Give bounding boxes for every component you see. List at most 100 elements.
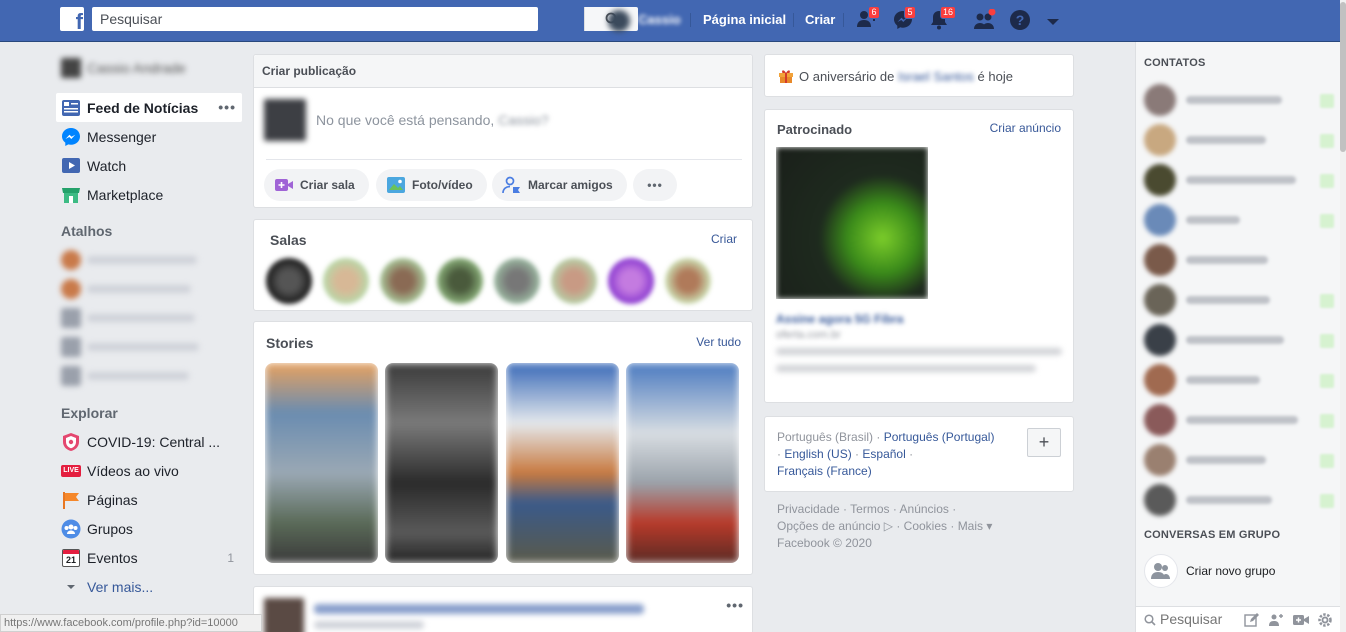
story-card[interactable] bbox=[265, 363, 378, 563]
page-scrollbar[interactable] bbox=[1340, 0, 1346, 632]
nav-item-label: Vídeos ao vivo bbox=[87, 462, 179, 479]
footer-link[interactable]: Termos bbox=[850, 502, 889, 516]
shortcut-item[interactable] bbox=[56, 303, 242, 332]
online-indicator bbox=[1320, 134, 1334, 148]
facebook-logo-icon[interactable]: f bbox=[60, 7, 84, 31]
room-avatar[interactable] bbox=[551, 258, 597, 304]
footer-link[interactable]: Anúncios bbox=[900, 502, 949, 516]
video-call-icon[interactable] bbox=[1292, 612, 1310, 628]
room-avatar[interactable] bbox=[323, 258, 369, 304]
photo-video-button[interactable]: Foto/vídeo bbox=[376, 169, 487, 201]
room-avatar[interactable] bbox=[380, 258, 426, 304]
story-card[interactable] bbox=[626, 363, 739, 563]
footer-link[interactable]: Opções de anúncio bbox=[777, 519, 880, 533]
post-author-avatar bbox=[264, 598, 304, 632]
composer-input[interactable]: No que você está pensando, Cassio? bbox=[316, 112, 549, 128]
contact-item[interactable] bbox=[1144, 402, 1334, 436]
search-input[interactable] bbox=[92, 7, 492, 31]
gear-icon[interactable] bbox=[1317, 612, 1333, 628]
story-card[interactable] bbox=[385, 363, 498, 563]
room-avatar[interactable] bbox=[494, 258, 540, 304]
help-button[interactable]: ? bbox=[1009, 9, 1033, 31]
ad-image[interactable] bbox=[776, 147, 928, 299]
room-avatar[interactable] bbox=[266, 258, 312, 304]
online-indicator bbox=[1320, 454, 1334, 468]
new-group-icon[interactable] bbox=[1268, 612, 1284, 628]
room-avatar[interactable] bbox=[665, 258, 711, 304]
create-link[interactable]: Criar bbox=[805, 0, 835, 42]
nav-item-events[interactable]: 21 Eventos 1 bbox=[56, 543, 242, 572]
contact-item[interactable] bbox=[1144, 122, 1334, 156]
contact-name bbox=[1186, 416, 1298, 424]
tag-friends-button[interactable]: Marcar amigos bbox=[492, 169, 627, 201]
contact-name bbox=[1186, 456, 1266, 464]
chat-search-bar bbox=[1136, 606, 1340, 632]
language-link[interactable]: Français (France) bbox=[777, 464, 872, 478]
online-indicator bbox=[1320, 214, 1334, 228]
contact-item[interactable] bbox=[1144, 442, 1334, 476]
birthday-person-link[interactable]: Israel Santos bbox=[898, 69, 974, 84]
home-link[interactable]: Página inicial bbox=[703, 0, 786, 42]
create-room-button[interactable]: Criar sala bbox=[264, 169, 369, 201]
add-language-button[interactable]: + bbox=[1027, 428, 1061, 457]
messages-button[interactable]: 5 bbox=[892, 6, 916, 31]
footer-link[interactable]: Mais bbox=[958, 519, 983, 533]
nav-item-covid[interactable]: COVID-19: Central ... bbox=[56, 427, 242, 456]
nav-item-marketplace[interactable]: Marketplace bbox=[56, 180, 242, 209]
ad-title[interactable]: Assine agora 5G Fibra bbox=[776, 312, 903, 326]
footer-link[interactable]: Privacidade bbox=[777, 502, 840, 516]
shortcut-item[interactable] bbox=[56, 245, 242, 274]
more-options-icon[interactable]: ••• bbox=[218, 99, 236, 115]
shortcuts-heading: Atalhos bbox=[61, 223, 113, 239]
create-room-link[interactable]: Criar bbox=[711, 232, 737, 246]
language-link[interactable]: Português (Portugal) bbox=[884, 430, 995, 444]
story-card[interactable] bbox=[506, 363, 619, 563]
profile-link[interactable]: Cassio Andrade bbox=[56, 52, 242, 84]
contact-item[interactable] bbox=[1144, 282, 1334, 316]
shortcut-item[interactable] bbox=[56, 361, 242, 390]
see-more-link[interactable]: Ver mais... bbox=[56, 572, 242, 601]
account-menu-button[interactable] bbox=[1046, 14, 1070, 36]
friend-requests-button[interactable]: 6 bbox=[856, 6, 880, 31]
contact-item[interactable] bbox=[1144, 82, 1334, 116]
search-box bbox=[92, 7, 638, 31]
friend-suggestions-button[interactable] bbox=[972, 8, 996, 31]
nav-item-pages[interactable]: Páginas bbox=[56, 485, 242, 514]
events-calendar-icon: 21 bbox=[61, 548, 81, 568]
nav-item-label: Feed de Notícias bbox=[87, 99, 199, 116]
calendar-day: 21 bbox=[65, 554, 76, 565]
post-options-icon[interactable]: ••• bbox=[726, 597, 744, 613]
contact-item[interactable] bbox=[1144, 322, 1334, 356]
more-actions-button[interactable]: ••• bbox=[633, 169, 677, 201]
contact-item[interactable] bbox=[1144, 242, 1334, 276]
notifications-button[interactable]: 16 bbox=[928, 6, 957, 31]
scrollbar-thumb[interactable] bbox=[1340, 2, 1346, 152]
language-link[interactable]: English (US) bbox=[784, 447, 851, 461]
shortcut-item[interactable] bbox=[56, 332, 242, 361]
language-link[interactable]: Español bbox=[862, 447, 905, 461]
nav-item-groups[interactable]: Grupos bbox=[56, 514, 242, 543]
nav-item-live-videos[interactable]: LIVE Vídeos ao vivo bbox=[56, 456, 242, 485]
nav-item-news-feed[interactable]: Feed de Notícias ••• bbox=[56, 93, 242, 122]
nav-item-messenger[interactable]: Messenger bbox=[56, 122, 242, 151]
contact-item[interactable] bbox=[1144, 482, 1334, 516]
shortcut-item[interactable] bbox=[56, 274, 242, 303]
contact-item[interactable] bbox=[1144, 202, 1334, 236]
user-name-link[interactable]: Cassio bbox=[638, 0, 681, 42]
contact-item[interactable] bbox=[1144, 362, 1334, 396]
chat-search-input[interactable] bbox=[1160, 609, 1240, 629]
room-avatar[interactable] bbox=[437, 258, 483, 304]
user-avatar[interactable] bbox=[608, 10, 630, 32]
see-all-stories-link[interactable]: Ver tudo bbox=[696, 335, 741, 349]
profile-name: Cassio Andrade bbox=[87, 60, 186, 76]
create-group-button[interactable]: Criar novo grupo bbox=[1144, 554, 1334, 588]
contact-item[interactable] bbox=[1144, 162, 1334, 196]
online-indicator bbox=[1320, 494, 1334, 508]
room-avatar[interactable] bbox=[608, 258, 654, 304]
create-ad-link[interactable]: Criar anúncio bbox=[990, 121, 1061, 135]
new-message-icon[interactable] bbox=[1244, 612, 1260, 628]
tag-friends-icon bbox=[502, 176, 522, 194]
footer-link[interactable]: Cookies bbox=[904, 519, 947, 533]
languages-card: Português (Brasil) · Português (Portugal… bbox=[764, 416, 1074, 492]
nav-item-watch[interactable]: Watch bbox=[56, 151, 242, 180]
